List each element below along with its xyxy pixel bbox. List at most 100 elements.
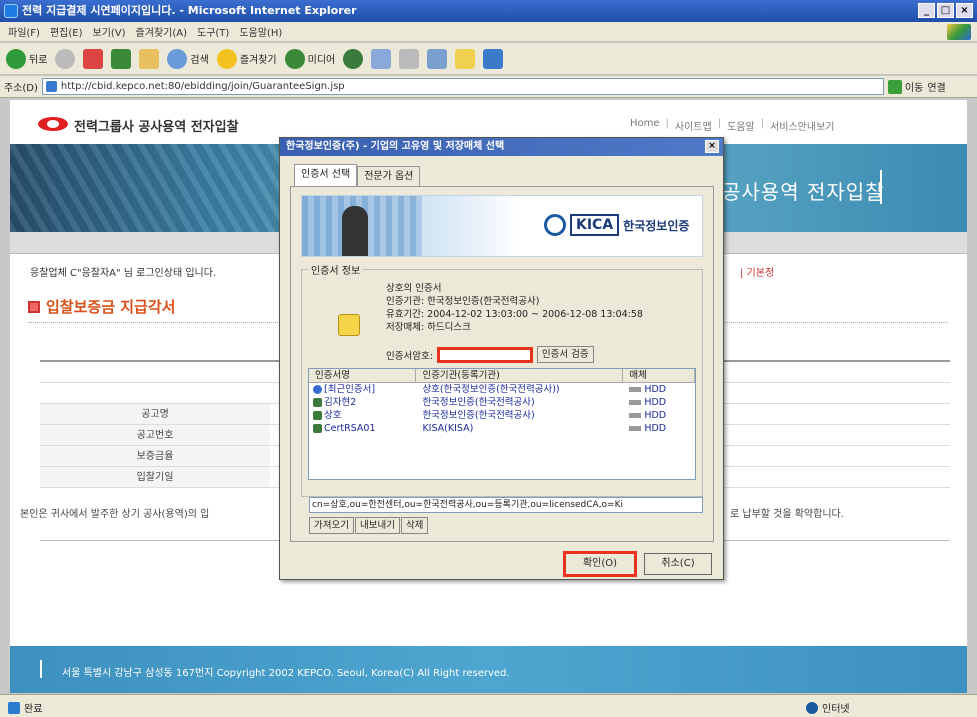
disk-icon [629, 413, 642, 418]
back-button[interactable]: 뒤로 [6, 48, 48, 69]
link-home[interactable]: Home [630, 118, 660, 133]
internet-zone-icon [806, 701, 818, 714]
kica-emblem-icon [544, 214, 566, 236]
label-notice-number: 공고번호 [40, 425, 270, 445]
certificate-dn-field[interactable]: cn=상호,ou=한전센터,ou=한국전력공사,ou=등록기관,ou=licen… [309, 497, 703, 513]
media-button[interactable]: 미디어 [284, 48, 336, 69]
messenger-icon[interactable] [483, 48, 504, 69]
certificate-info-group: 인증서 정보 상호의 인증서 인증기관: 한국정보인증(한국전력공사) 유효기간… [301, 262, 703, 497]
browser-toolbar: 뒤로 검색 즐겨찾기 미디어 [0, 43, 977, 75]
dialog-titlebar: 한국정보인증(주) - 기업의 고유영 및 저장매체 선택 × [280, 138, 723, 156]
window-controls: _ □ × [918, 3, 973, 18]
crumb-right[interactable]: | 기본정 [740, 264, 774, 279]
footer-divider [40, 660, 42, 678]
list-item[interactable]: 김자현2 한국정보인증(한국전력공사) HDD [309, 396, 695, 409]
notice-left: 본인은 귀사에서 발주한 상기 공사(용역)의 입 [20, 509, 210, 520]
folder-icon[interactable] [455, 48, 476, 69]
page-done-icon [8, 701, 20, 714]
ok-button[interactable]: 확인(O) [563, 551, 637, 577]
password-row: 인증서암호: 인증서 검증 [386, 346, 594, 363]
status-bar: 완료 인터넷 [0, 694, 977, 717]
kica-name: 한국정보인증 [623, 218, 690, 233]
stop-icon[interactable] [83, 48, 104, 69]
favorites-button[interactable]: 즐겨찾기 [216, 48, 277, 69]
link-sitemap[interactable]: 사이트맵 [675, 118, 712, 133]
home-icon[interactable] [139, 48, 160, 69]
kica-logo: KICA 한국정보인증 [544, 214, 689, 236]
minimize-button[interactable]: _ [918, 3, 935, 18]
mail-icon[interactable] [371, 48, 392, 69]
disk-icon [629, 387, 642, 392]
banner-title: 공사용역 전자입찰 [722, 180, 885, 204]
password-input[interactable] [436, 346, 533, 363]
certificate-icon [338, 314, 360, 336]
certificate-details: 상호의 인증서 인증기관: 한국정보인증(한국전력공사) 유효기간: 2004-… [386, 282, 643, 334]
cert-issuer-cell: KISA(KISA) [422, 423, 474, 434]
go-label: 이동 [904, 83, 924, 94]
links-label[interactable]: 연결 [927, 79, 945, 94]
label-notice-name: 공고명 [40, 404, 270, 424]
maximize-button[interactable]: □ [937, 3, 954, 18]
media-label: 미디어 [307, 55, 336, 66]
link-service[interactable]: 서비스안내보기 [770, 118, 834, 133]
back-label: 뒤로 [29, 55, 48, 66]
cert-media: HDD [644, 423, 667, 434]
top-links: Home | 사이트맵 | 도움말 | 서비스안내보기 [630, 118, 835, 133]
menu-help[interactable]: 도움말(H) [239, 24, 282, 39]
dialog-close-button[interactable]: × [705, 140, 719, 153]
info-legend: 인증서 정보 [308, 262, 364, 277]
close-button[interactable]: × [956, 3, 973, 18]
import-button[interactable]: 가져오기 [309, 517, 354, 534]
col-issuer[interactable]: 인증기관(등록기관) [416, 369, 624, 382]
list-item[interactable]: [최근인증서] 상호(한국정보인증(한국전력공사)) HDD [309, 383, 695, 396]
zone-text: 인터넷 [822, 704, 850, 715]
window-title: 전력 지급결제 시연페이지입니다. - Microsoft Internet E… [22, 4, 357, 17]
label-bid-date: 입찰기일 [40, 467, 270, 487]
footer-text: 서울 특별시 강남구 삼성동 167번지 Copyright 2002 KEPC… [62, 668, 510, 679]
kica-logo-text: KICA [570, 214, 620, 236]
tab-certificate-select[interactable]: 인증서 선택 [294, 164, 358, 186]
export-button[interactable]: 내보내기 [354, 517, 400, 534]
section-title: 입찰보증금 지급각서 [28, 296, 175, 317]
menu-file[interactable]: 파일(F) [8, 24, 40, 39]
delete-button[interactable]: 삭제 [400, 517, 429, 534]
ie-icon [4, 4, 18, 18]
address-input[interactable]: http://cbid.kepco.net:80/ebidding/join/G… [41, 78, 884, 95]
section-bullet-icon [28, 300, 40, 313]
refresh-icon[interactable] [111, 48, 132, 69]
verify-certificate-button[interactable]: 인증서 검증 [536, 346, 594, 363]
kepco-logo-icon [38, 117, 68, 131]
cert-media: HDD [644, 384, 667, 395]
menu-edit[interactable]: 편집(E) [50, 24, 83, 39]
col-cert-name[interactable]: 인증서명 [309, 369, 417, 382]
menu-tools[interactable]: 도구(T) [197, 24, 229, 39]
info-icon [313, 385, 322, 394]
menu-view[interactable]: 보기(V) [93, 24, 126, 39]
go-arrow-icon [887, 79, 902, 94]
link-help[interactable]: 도움말 [727, 118, 755, 133]
cert-validity: 유효기간: 2004-12-02 13:03:00 ~ 2006-12-08 1… [386, 309, 643, 320]
cancel-button[interactable]: 취소(C) [644, 553, 712, 575]
dialog-tabs: 인증서 선택 전문가 옵션 [294, 164, 421, 188]
status-zone: 인터넷 [806, 700, 850, 715]
tab-expert-options[interactable]: 전문가 옵션 [357, 166, 421, 186]
menu-favorites[interactable]: 즐겨찾기(A) [136, 24, 187, 39]
history-icon[interactable] [343, 48, 364, 69]
search-button[interactable]: 검색 [167, 48, 209, 69]
list-item[interactable]: 상호 한국정보인증(한국전력공사) HDD [309, 409, 695, 422]
page-footer: 서울 특별시 강남구 삼성동 167번지 Copyright 2002 KEPC… [10, 646, 967, 693]
tab-panel: KICA 한국정보인증 인증서 정보 상호의 인증서 인증기관: 한국정보인증(… [290, 186, 714, 542]
forward-button[interactable] [55, 48, 76, 69]
certificate-dialog: 한국정보인증(주) - 기업의 고유영 및 저장매체 선택 × 인증서 선택 전… [279, 137, 724, 580]
col-media[interactable]: 매체 [623, 369, 695, 382]
print-icon[interactable] [399, 48, 420, 69]
edit-icon[interactable] [427, 48, 448, 69]
cert-name: 상호 [324, 410, 342, 421]
back-arrow-icon [6, 48, 26, 69]
media-icon [284, 48, 305, 69]
forward-arrow-icon [55, 48, 76, 69]
list-item[interactable]: CertRSA01 KISA(KISA) HDD [309, 422, 695, 435]
address-label: 주소(D) [4, 83, 38, 94]
site-title: 전력그룹사 공사용역 전자입찰 [74, 120, 239, 135]
go-button[interactable]: 이동 [887, 79, 924, 94]
